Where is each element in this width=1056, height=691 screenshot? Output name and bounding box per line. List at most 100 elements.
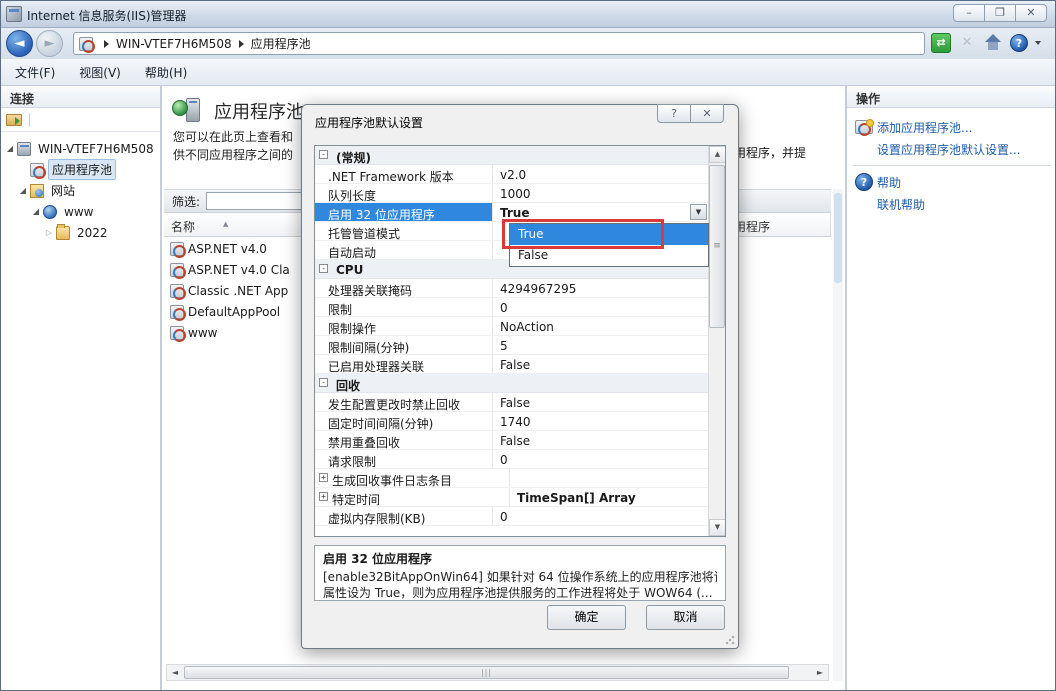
dialog-resize-grip[interactable] — [725, 635, 735, 645]
grid-scroll-down-icon[interactable]: ▼ — [709, 519, 726, 536]
property-value: False — [493, 393, 725, 411]
action-link-3[interactable]: 联机帮助 — [847, 193, 1056, 215]
property-label: 特定时间 — [332, 488, 510, 506]
grid-row-已启用处理器关联[interactable]: 已启用处理器关联False — [315, 355, 725, 374]
add-apppool-icon — [855, 120, 873, 134]
grid-vertical-scrollbar[interactable]: ▲ ≡ ▼ — [708, 146, 725, 536]
vertical-scrollbar[interactable] — [833, 189, 843, 681]
property-value: 0 — [493, 507, 725, 525]
grid-row-队列长度[interactable]: 队列长度1000 — [315, 184, 725, 203]
grid-row-发生配置更改时禁止回收[interactable]: 发生配置更改时禁止回收False — [315, 393, 725, 412]
cancel-button[interactable]: 取消 — [646, 605, 725, 630]
grid-category-回收[interactable]: -回收 — [315, 374, 725, 393]
dialog-help-button[interactable]: ? — [657, 104, 691, 123]
grid-category-(常规)[interactable]: -(常规) — [315, 146, 725, 165]
scroll-right-icon[interactable]: ► — [812, 665, 828, 680]
dropdown-button[interactable]: ▼ — [690, 204, 707, 220]
close-button[interactable]: ✕ — [1015, 4, 1047, 22]
expander-collapsed-icon[interactable]: ▷ — [44, 228, 54, 237]
grid-row-限制[interactable]: 限制0 — [315, 298, 725, 317]
menu-item-0[interactable]: 文件(F) — [5, 64, 65, 81]
action-link-label: 设置应用程序池默认设置... — [877, 141, 1020, 158]
property-value: TimeSpan[] Array — [510, 488, 725, 506]
breadcrumb-arrow-icon — [239, 40, 244, 48]
help-dropdown-caret-icon[interactable] — [1035, 41, 1041, 45]
ok-button[interactable]: 确定 — [547, 605, 626, 630]
property-label: 限制间隔(分钟) — [315, 336, 493, 354]
property-label: 托管管道模式 — [315, 222, 493, 240]
menu-item-1[interactable]: 视图(V) — [69, 64, 131, 81]
tree-node-WIN-VTEF7H6M508[interactable]: ◢WIN-VTEF7H6M508 — [1, 138, 160, 159]
list-item-label: Classic .NET App — [188, 284, 288, 298]
grid-row-处理器关联掩码[interactable]: 处理器关联掩码4294967295 — [315, 279, 725, 298]
collapse-box-icon[interactable]: - — [319, 378, 328, 387]
expand-box-icon[interactable]: + — [319, 492, 328, 501]
minimize-button[interactable]: – — [953, 4, 985, 22]
breadcrumb-root[interactable]: WIN-VTEF7H6M508 — [116, 37, 232, 51]
grid-row-虚拟内存限制(KB)[interactable]: 虚拟内存限制(KB)0 — [315, 507, 725, 526]
collapse-box-icon[interactable]: - — [319, 264, 328, 273]
property-description-box: 启用 32 位应用程序 [enable32BitAppOnWin64] 如果针对… — [314, 545, 726, 601]
grid-row-禁用重叠回收[interactable]: 禁用重叠回收False — [315, 431, 725, 450]
property-label: 禁用重叠回收 — [315, 431, 493, 449]
forward-button[interactable]: ► — [36, 30, 63, 57]
scroll-left-icon[interactable]: ◄ — [167, 665, 183, 680]
horizontal-scrollbar[interactable]: ◄ ||| ► — [166, 664, 829, 681]
tree-node-2022[interactable]: ▷2022 — [1, 222, 160, 243]
property-description-title: 启用 32 位应用程序 — [323, 550, 717, 567]
tree-node-www[interactable]: ◢www — [1, 201, 160, 222]
list-item-label: ASP.NET v4.0 — [188, 242, 267, 256]
refresh-icon[interactable]: ⇄ — [931, 33, 951, 53]
property-value: False — [493, 355, 725, 373]
maximize-button[interactable]: ❐ — [984, 4, 1016, 22]
grid-row-请求限制[interactable]: 请求限制0 — [315, 450, 725, 469]
action-link-label: 帮助 — [877, 174, 901, 191]
help-icon[interactable]: ? — [1010, 34, 1028, 52]
page-description-fragment: 用程序，并提 — [734, 144, 806, 161]
apppool-icon — [170, 326, 184, 340]
grid-row-生成回收事件日志条目[interactable]: + 生成回收事件日志条目 — [315, 469, 725, 488]
save-connection-icon[interactable] — [6, 114, 22, 126]
horizontal-scroll-thumb[interactable]: ||| — [184, 666, 789, 679]
grid-row-启用 32 位应用程序[interactable]: 启用 32 位应用程序True▼ — [315, 203, 725, 222]
grid-row-.NET Framework 版本[interactable]: .NET Framework 版本v2.0 — [315, 165, 725, 184]
action-link-0[interactable]: 添加应用程序池... — [847, 116, 1056, 138]
property-label: 已启用处理器关联 — [315, 355, 493, 373]
tree-node-应用程序池[interactable]: 应用程序池 — [1, 159, 160, 180]
dialog-close-button[interactable]: ✕ — [690, 104, 724, 123]
breadcrumb-current[interactable]: 应用程序池 — [251, 35, 311, 52]
breadcrumb[interactable]: WIN-VTEF7H6M508 应用程序池 — [73, 32, 925, 55]
grid-row-固定时间间隔(分钟)[interactable]: 固定时间间隔(分钟)1740 — [315, 412, 725, 431]
grid-scroll-thumb[interactable]: ≡ — [709, 165, 725, 328]
expander-expanded-icon[interactable]: ◢ — [18, 186, 28, 195]
expander-expanded-icon[interactable]: ◢ — [31, 207, 41, 216]
value-dropdown-list: TrueFalse — [509, 223, 709, 267]
expand-box-icon[interactable]: + — [319, 473, 328, 482]
tree-node-网站[interactable]: ◢网站 — [1, 180, 160, 201]
actions-header: 操作 — [847, 86, 1056, 108]
help-icon: ? — [855, 173, 873, 191]
home-icon[interactable] — [983, 33, 1003, 53]
grid-scroll-up-icon[interactable]: ▲ — [709, 146, 726, 163]
property-label: 限制 — [315, 298, 493, 316]
dropdown-option-False[interactable]: False — [510, 245, 708, 266]
action-link-2[interactable]: ?帮助 — [847, 171, 1056, 193]
grid-row-限制间隔(分钟)[interactable]: 限制间隔(分钟)5 — [315, 336, 725, 355]
property-label: 生成回收事件日志条目 — [332, 469, 510, 487]
collapse-box-icon[interactable]: - — [319, 150, 328, 159]
tree-node-label: 应用程序池 — [48, 159, 116, 180]
back-button[interactable]: ◄ — [6, 30, 33, 57]
grid-row-特定时间[interactable]: + 特定时间TimeSpan[] Array — [315, 488, 725, 507]
dropdown-option-True[interactable]: True — [510, 224, 708, 245]
property-value: v2.0 — [493, 165, 725, 183]
address-bar: ◄ ► WIN-VTEF7H6M508 应用程序池 ⇄ ✕ ? — [1, 28, 1055, 59]
property-value — [510, 469, 725, 487]
property-label: 自动启动 — [315, 241, 493, 259]
menu-item-2[interactable]: 帮助(H) — [135, 64, 197, 81]
action-link-1[interactable]: 设置应用程序池默认设置... — [847, 138, 1056, 160]
property-value: NoAction — [493, 317, 725, 335]
vertical-scroll-thumb[interactable] — [834, 193, 842, 283]
toolbar-separator — [29, 113, 30, 127]
grid-row-限制操作[interactable]: 限制操作NoAction — [315, 317, 725, 336]
expander-expanded-icon[interactable]: ◢ — [5, 144, 15, 153]
